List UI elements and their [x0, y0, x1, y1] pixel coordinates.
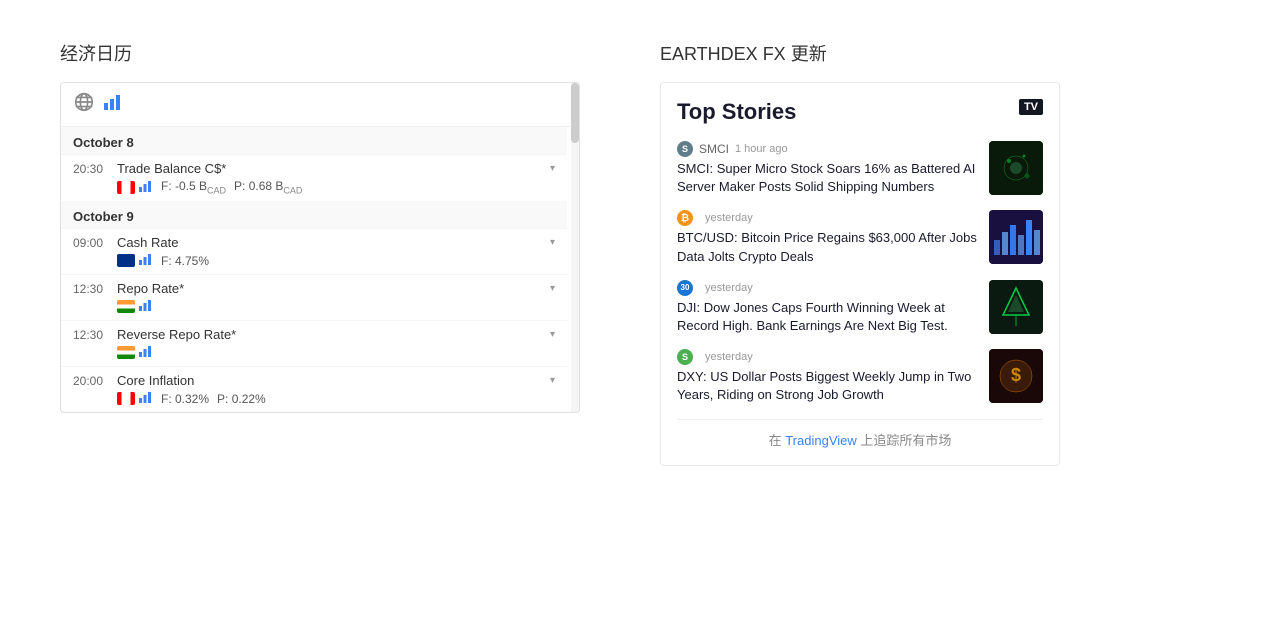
source-badge-dxy: S	[677, 349, 693, 365]
event-name-rrepo: Reverse Repo Rate*	[117, 327, 540, 342]
event-time-cashrate: 09:00	[73, 236, 109, 250]
right-title: EARTHDEX FX 更新	[660, 40, 1060, 66]
scrollbar-thumb[interactable]	[571, 83, 579, 143]
news-headline-dji: DJI: Dow Jones Caps Fourth Winning Week …	[677, 299, 979, 335]
news-header: Top Stories TV	[677, 99, 1043, 125]
source-badge-btc: ₿	[677, 210, 693, 226]
news-widget: Top Stories TV S SMCI 1 hour ago SMCI: S…	[660, 82, 1060, 466]
scrollbar-track[interactable]	[571, 83, 579, 412]
left-section: 经济日历	[60, 40, 580, 413]
event-name-cashrate: Cash Rate	[117, 235, 540, 250]
footer-text-after: 上追踪所有市场	[857, 433, 952, 448]
forecast-f: F: -0.5 BCAD	[161, 179, 226, 195]
news-item-dxy[interactable]: S yesterday DXY: US Dollar Posts Biggest…	[677, 349, 1043, 404]
tradingview-link-anchor[interactable]: TradingView	[785, 433, 857, 448]
news-item-dji[interactable]: 30 yesterday DJI: Dow Jones Caps Fourth …	[677, 280, 1043, 335]
footer-text-before: 在	[769, 433, 786, 448]
chevron-down-icon[interactable]: ▾	[550, 163, 555, 174]
source-badge-smci: S	[677, 141, 693, 157]
calendar-header	[61, 83, 579, 127]
event-time-rrepo: 12:30	[73, 328, 109, 342]
news-content-btc: ₿ yesterday BTC/USD: Bitcoin Price Regai…	[677, 210, 979, 265]
news-headline-btc: BTC/USD: Bitcoin Price Regains $63,000 A…	[677, 229, 979, 265]
event-time-inflation: 20:00	[73, 374, 109, 388]
flag-row-au	[117, 253, 153, 268]
mini-chart-icon-4	[139, 345, 153, 360]
flag-row-ca	[117, 180, 153, 195]
event-name-repo: Repo Rate*	[117, 281, 540, 296]
event-reverse-repo-rate: 12:30 Reverse Repo Rate* ▾	[61, 320, 567, 366]
news-content-smci: S SMCI 1 hour ago SMCI: Super Micro Stoc…	[677, 141, 979, 196]
news-source-row-dji: 30 yesterday	[677, 280, 979, 296]
event-trade-balance: 20:30 Trade Balance C$* ▾	[61, 154, 567, 201]
flag-row-in	[117, 299, 153, 314]
event-repo-rate: 12:30 Repo Rate* ▾	[61, 274, 567, 320]
calendar-widget: October 8 20:30 Trade Balance C$* ▾	[60, 82, 580, 413]
event-name-inflation: Core Inflation	[117, 373, 540, 388]
news-item-btc[interactable]: ₿ yesterday BTC/USD: Bitcoin Price Regai…	[677, 210, 1043, 265]
tv-logo: TV	[1019, 99, 1043, 115]
mini-chart-icon-2	[139, 253, 153, 268]
top-stories-heading: Top Stories	[677, 99, 796, 125]
news-time-btc: yesterday	[705, 212, 753, 224]
chevron-down-icon-5[interactable]: ▾	[550, 375, 555, 386]
mini-chart-icon-3	[139, 299, 153, 314]
source-badge-dji: 30	[677, 280, 693, 296]
left-title: 经济日历	[60, 40, 580, 66]
svg-text:$: $	[1011, 365, 1021, 385]
event-time-repo: 12:30	[73, 282, 109, 296]
globe-icon[interactable]	[73, 91, 95, 118]
news-time-dji: yesterday	[705, 282, 753, 294]
flag-row-in2	[117, 345, 153, 360]
forecast-cashrate: F: 4.75%	[161, 254, 209, 268]
news-thumbnail-smci	[989, 141, 1043, 195]
news-thumbnail-dxy: $	[989, 349, 1043, 403]
flag-australia	[117, 254, 135, 267]
chevron-down-icon-2[interactable]: ▾	[550, 237, 555, 248]
news-time-smci: 1 hour ago	[735, 143, 788, 155]
news-time-dxy: yesterday	[705, 351, 753, 363]
right-section: EARTHDEX FX 更新 Top Stories TV S SMCI 1 h…	[660, 40, 1060, 466]
bar-chart-icon[interactable]	[103, 93, 121, 116]
event-core-inflation: 20:00 Core Inflation ▾	[61, 366, 567, 412]
main-layout: 经济日历	[60, 40, 1207, 466]
news-source-row-smci: S SMCI 1 hour ago	[677, 141, 979, 157]
news-content-dji: 30 yesterday DJI: Dow Jones Caps Fourth …	[677, 280, 979, 335]
forecast-p: P: 0.68 BCAD	[234, 179, 302, 195]
news-thumbnail-dji	[989, 280, 1043, 334]
news-item-smci[interactable]: S SMCI 1 hour ago SMCI: Super Micro Stoc…	[677, 141, 1043, 196]
forecast-inflation-p: P: 0.22%	[217, 392, 266, 406]
calendar-body: October 8 20:30 Trade Balance C$* ▾	[61, 127, 579, 412]
flag-india-2	[117, 346, 135, 359]
flag-canada	[117, 181, 135, 194]
news-source-row-dxy: S yesterday	[677, 349, 979, 365]
date-header-oct9: October 9	[61, 201, 567, 228]
news-headline-dxy: DXY: US Dollar Posts Biggest Weekly Jump…	[677, 368, 979, 404]
chevron-down-icon-4[interactable]: ▾	[550, 329, 555, 340]
event-time: 20:30	[73, 162, 109, 176]
news-content-dxy: S yesterday DXY: US Dollar Posts Biggest…	[677, 349, 979, 404]
chevron-down-icon-3[interactable]: ▾	[550, 283, 555, 294]
news-source-smci: SMCI	[699, 142, 729, 156]
mini-chart-icon	[139, 180, 153, 195]
tradingview-footer[interactable]: 在 TradingView 上追踪所有市场	[677, 419, 1043, 449]
event-cash-rate: 09:00 Cash Rate ▾	[61, 228, 567, 274]
forecast-inflation-f: F: 0.32%	[161, 392, 209, 406]
news-thumbnail-btc	[989, 210, 1043, 264]
flag-row-ca2	[117, 391, 153, 406]
date-header-oct8: October 8	[61, 127, 567, 154]
news-source-row-btc: ₿ yesterday	[677, 210, 979, 226]
news-headline-smci: SMCI: Super Micro Stock Soars 16% as Bat…	[677, 160, 979, 196]
flag-canada-2	[117, 392, 135, 405]
event-name: Trade Balance C$*	[117, 161, 540, 176]
flag-india	[117, 300, 135, 313]
mini-chart-icon-5	[139, 391, 153, 406]
